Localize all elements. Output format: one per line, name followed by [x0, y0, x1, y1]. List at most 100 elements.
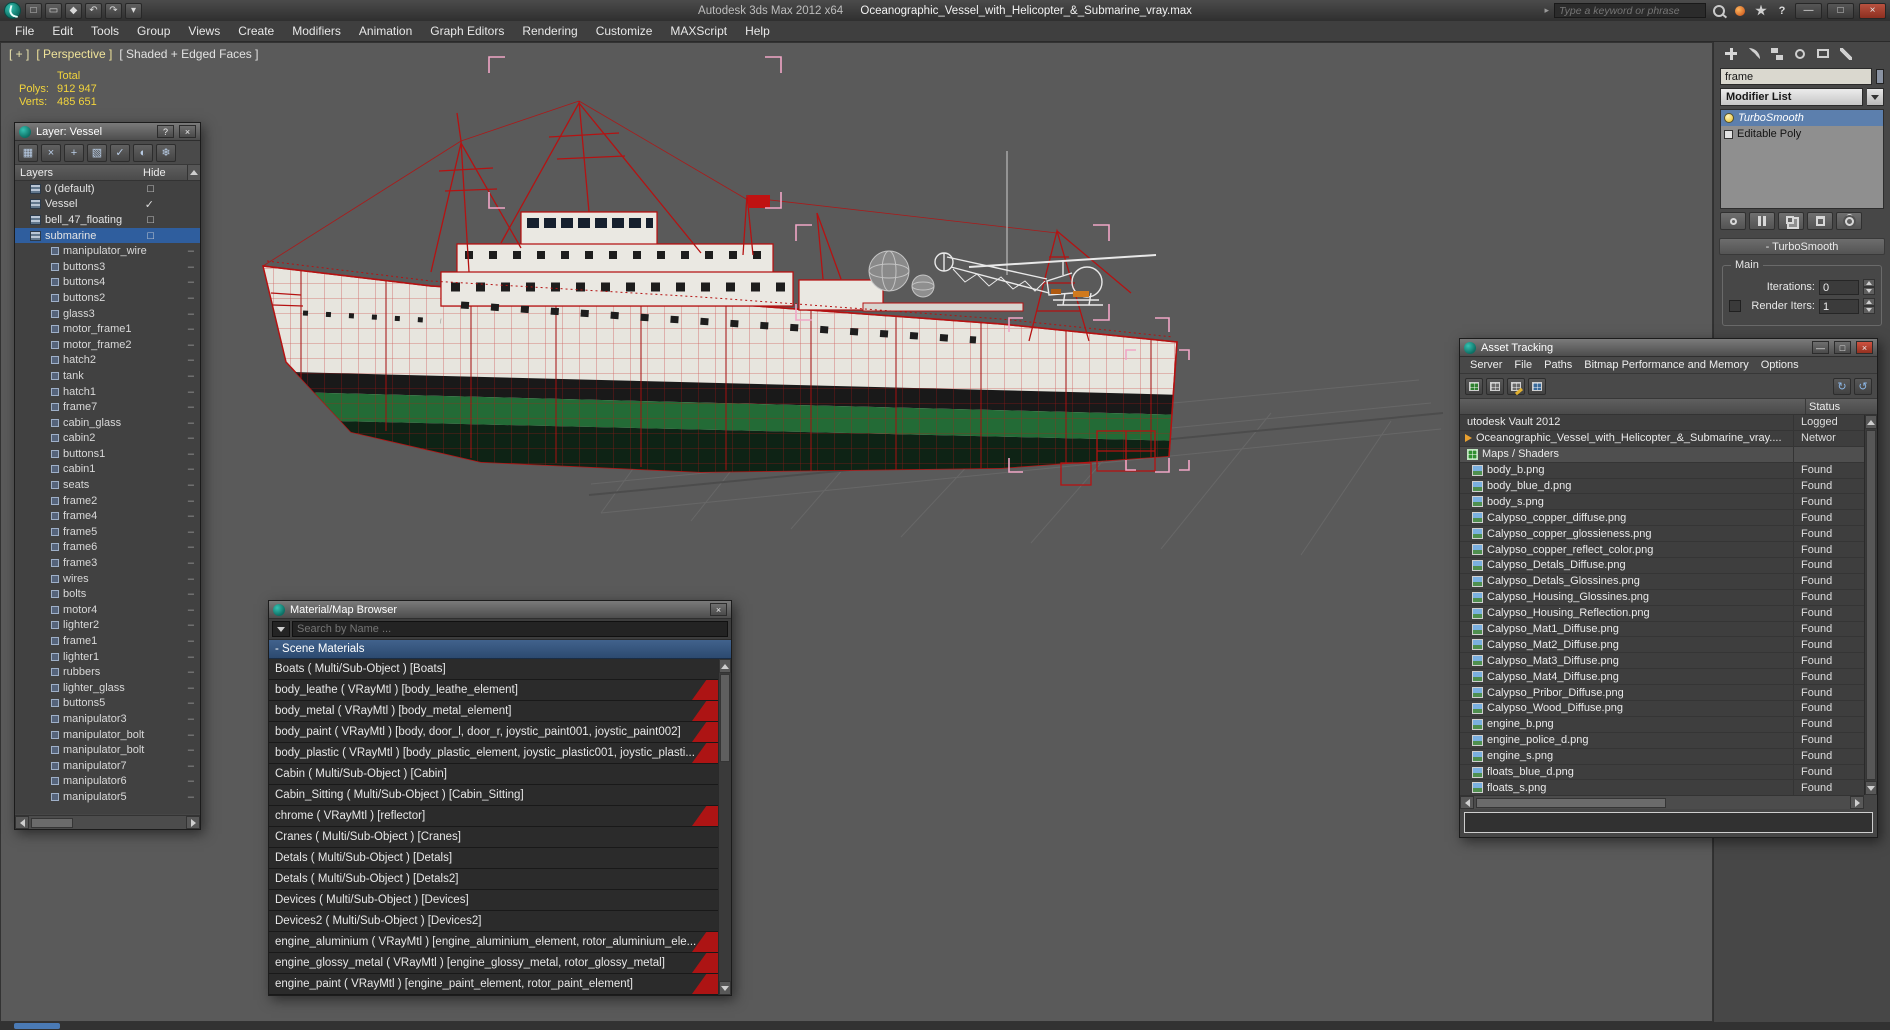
vscroll-thumb[interactable]	[720, 674, 730, 762]
render-iters-spinner[interactable]	[1863, 298, 1875, 314]
layer-row[interactable]: cabin2 –	[15, 431, 200, 447]
configure-modifier-sets-button[interactable]	[1836, 212, 1862, 230]
scroll-down-button[interactable]	[1865, 781, 1877, 795]
layer-row[interactable]: Vessel ✓	[15, 197, 200, 213]
hide-toggle[interactable]: –	[188, 526, 194, 538]
scroll-down-button[interactable]	[719, 981, 731, 995]
layer-row[interactable]: frame5 –	[15, 524, 200, 540]
hscroll-thumb[interactable]	[31, 817, 73, 828]
menu-item[interactable]: Rendering	[513, 21, 586, 41]
render-iters-checkbox[interactable]	[1729, 300, 1741, 312]
freeze-all-layers-icon[interactable]: ❄	[156, 143, 176, 162]
layer-row[interactable]: frame7 –	[15, 399, 200, 415]
asset-vscrollbar[interactable]	[1864, 415, 1877, 795]
asset-menu-item[interactable]: Server	[1464, 359, 1508, 371]
layer-row[interactable]: manipulator6 –	[15, 774, 200, 790]
asset-menu-item[interactable]: Bitmap Performance and Memory	[1578, 359, 1754, 371]
asset-row[interactable]: Calypso_Detals_Glossines.png Found	[1460, 573, 1864, 590]
menu-item[interactable]: File	[6, 21, 43, 41]
material-row[interactable]: body_leathe ( VRayMtl ) [body_leathe_ele…	[269, 680, 718, 701]
layer-row[interactable]: glass3 –	[15, 306, 200, 322]
new-scene-icon[interactable]: □	[25, 2, 42, 19]
asset-row[interactable]: Calypso_copper_diffuse.png Found	[1460, 510, 1864, 527]
asset-row[interactable]: Calypso_copper_glossieness.png Found	[1460, 526, 1864, 543]
hide-toggle[interactable]: –	[188, 323, 194, 335]
layer-row[interactable]: bell_47_floating □	[15, 212, 200, 228]
asset-maximize-button[interactable]: □	[1834, 341, 1851, 354]
layer-row[interactable]: manipulator_bolt –	[15, 727, 200, 743]
scroll-left-button[interactable]	[1460, 796, 1474, 809]
scroll-up-button[interactable]	[187, 165, 200, 180]
viewport-general-menu[interactable]: [ + ]	[9, 47, 29, 61]
filter-view-icon[interactable]	[1528, 377, 1546, 395]
add-selection-to-layer-icon[interactable]: +	[64, 143, 84, 162]
status-column-header[interactable]: Status	[1809, 401, 1840, 413]
material-row[interactable]: Devices2 ( Multi/Sub-Object ) [Devices2]	[269, 911, 718, 932]
sync-icon[interactable]: ↻	[1833, 377, 1851, 395]
layer-row[interactable]: tank –	[15, 368, 200, 384]
layer-row[interactable]: motor_frame2 –	[15, 337, 200, 353]
save-file-icon[interactable]: ◆	[65, 2, 82, 19]
asset-row[interactable]: engine_b.png Found	[1460, 716, 1864, 733]
layer-row[interactable]: hatch1 –	[15, 384, 200, 400]
hide-toggle[interactable]: –	[188, 760, 194, 772]
favorites-icon[interactable]	[1753, 3, 1769, 19]
hide-toggle[interactable]: –	[188, 666, 194, 678]
layer-hscrollbar[interactable]	[15, 815, 200, 829]
asset-row[interactable]: Calypso_Mat3_Diffuse.png Found	[1460, 653, 1864, 670]
viewport[interactable]: [ + ] [ Perspective ] [ Shaded + Edged F…	[0, 42, 1713, 1022]
material-row[interactable]: engine_paint ( VRayMtl ) [engine_paint_e…	[269, 974, 718, 995]
asset-row[interactable]: floats_blue_d.png Found	[1460, 764, 1864, 781]
hide-toggle[interactable]: –	[188, 261, 194, 273]
hide-toggle[interactable]: –	[188, 370, 194, 382]
viewport-shading-menu[interactable]: [ Shaded + Edged Faces ]	[119, 47, 258, 61]
layer-row[interactable]: seats –	[15, 477, 200, 493]
hide-toggle[interactable]: –	[188, 401, 194, 413]
menu-item[interactable]: Customize	[587, 21, 662, 41]
layer-row[interactable]: manipulator_wire –	[15, 243, 200, 259]
layer-row[interactable]: frame6 –	[15, 540, 200, 556]
menu-item[interactable]: Animation	[350, 21, 421, 41]
display-tab-icon[interactable]	[1814, 45, 1832, 63]
layer-row[interactable]: 0 (default) □	[15, 181, 200, 197]
asset-row[interactable]: Calypso_copper_reflect_color.png Found	[1460, 542, 1864, 559]
layer-row[interactable]: wires –	[15, 571, 200, 587]
layer-row[interactable]: buttons2 –	[15, 290, 200, 306]
hide-toggle[interactable]: –	[188, 354, 194, 366]
vscroll-thumb[interactable]	[1866, 430, 1876, 780]
material-browser-titlebar[interactable]: Material/Map Browser ×	[269, 601, 731, 619]
asset-row[interactable]: Calypso_Housing_Reflection.png Found	[1460, 605, 1864, 622]
create-tab-icon[interactable]	[1722, 45, 1740, 63]
render-iters-field[interactable]: 1	[1819, 298, 1859, 314]
asset-minimize-button[interactable]: —	[1812, 341, 1829, 354]
layer-row[interactable]: cabin1 –	[15, 462, 200, 478]
browser-options-icon[interactable]	[272, 621, 290, 637]
layer-row[interactable]: buttons1 –	[15, 446, 200, 462]
hide-toggle[interactable]: –	[188, 573, 194, 585]
communication-center-icon[interactable]	[1732, 3, 1748, 19]
layer-row[interactable]: manipulator3 –	[15, 711, 200, 727]
layer-row[interactable]: motor_frame1 –	[15, 321, 200, 337]
hide-column-header[interactable]: Hide	[143, 167, 187, 179]
material-row[interactable]: body_plastic ( VRayMtl ) [body_plastic_e…	[269, 743, 718, 764]
menu-item[interactable]: Views	[179, 21, 229, 41]
refresh-status-icon[interactable]	[1465, 377, 1483, 395]
time-slider-handle[interactable]	[14, 1023, 60, 1029]
utilities-tab-icon[interactable]	[1837, 45, 1855, 63]
object-color-swatch[interactable]	[1876, 69, 1884, 84]
search-dropdown-icon[interactable]: ▸	[1544, 5, 1549, 16]
hide-toggle[interactable]: –	[188, 619, 194, 631]
scroll-up-button[interactable]	[719, 659, 731, 673]
hide-toggle[interactable]: –	[188, 588, 194, 600]
scroll-right-button[interactable]	[186, 816, 200, 829]
modifier-list-arrow-icon[interactable]	[1867, 88, 1884, 106]
menu-item[interactable]: Tools	[82, 21, 128, 41]
show-end-result-button[interactable]	[1749, 212, 1775, 230]
hide-toggle[interactable]: ✓	[145, 198, 154, 211]
make-unique-button[interactable]	[1778, 212, 1804, 230]
material-row[interactable]: Cranes ( Multi/Sub-Object ) [Cranes]	[269, 827, 718, 848]
material-row[interactable]: body_paint ( VRayMtl ) [body, door_l, do…	[269, 722, 718, 743]
layer-row[interactable]: manipulator7 –	[15, 758, 200, 774]
asset-row[interactable]: Oceanographic_Vessel_with_Helicopter_&_S…	[1460, 430, 1864, 447]
asset-row[interactable]: Calypso_Mat2_Diffuse.png Found	[1460, 637, 1864, 654]
